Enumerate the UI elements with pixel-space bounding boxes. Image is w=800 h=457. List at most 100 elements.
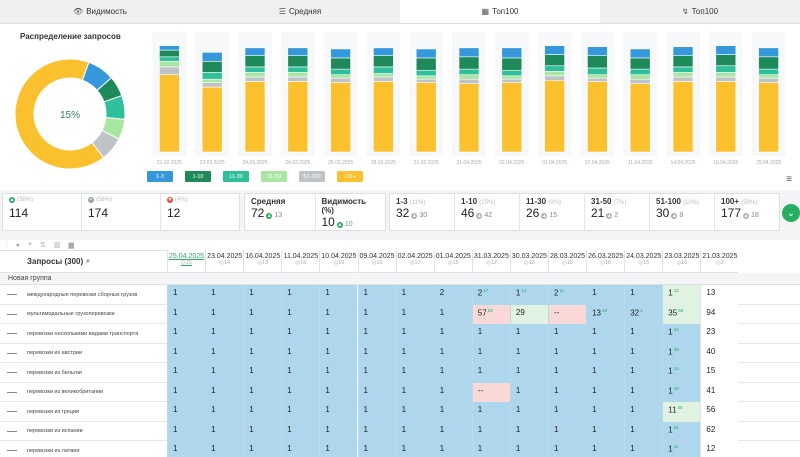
bar-segment-1-3[interactable] [758,47,779,58]
bar-segment-1-10[interactable] [373,55,394,68]
bar-segment-11-30[interactable] [415,69,437,77]
position-cell[interactable]: 1 [586,285,625,305]
bar-segment-11-30[interactable] [201,72,223,80]
position-cell[interactable]: 1 [624,343,663,363]
bar-segment-51-100[interactable] [330,77,351,83]
bar-segment-51-100[interactable] [244,76,266,82]
position-cell[interactable]: 1 [548,441,587,457]
stat-change-up[interactable]: ▲ (38%) 114 [3,194,82,230]
table-row[interactable]: перевозки из великобритании 1 1 1 1 1 1 1 1 -- 1 1 1… [0,382,800,402]
bar-segment-101+[interactable] [287,81,309,153]
bar-segment-1-3[interactable] [201,52,223,62]
bar-segment-1-10[interactable] [159,49,180,58]
bar-segment-101+[interactable] [544,80,565,153]
bar-segment-31-50[interactable] [672,72,694,78]
position-cell[interactable]: 1 [319,441,358,457]
bar-segment-1-3[interactable] [715,45,737,55]
position-cell[interactable]: 1 [281,285,320,305]
position-cell[interactable]: 1 [471,343,510,363]
position-cell[interactable]: 1 [357,324,396,344]
position-cell[interactable]: 112 [509,285,548,305]
row-toggle[interactable] [7,352,17,354]
row-toggle[interactable] [7,450,17,451]
row-toggle[interactable] [7,313,17,315]
bar-segment-1-3[interactable] [587,46,608,56]
bar-segment-101+[interactable] [672,81,694,153]
stat-range-11-30[interactable]: 11-30 (9%) 26 ▲ 15 [520,194,585,230]
folder-icon[interactable]: ▆ [68,241,73,249]
bar-segment-31-50[interactable] [373,73,394,78]
filter-icon[interactable]: ⫶ [6,241,8,249]
position-cell[interactable]: 1 [319,343,358,363]
position-cell[interactable]: 1 [281,421,320,441]
bar-segment-11-30[interactable] [330,68,351,76]
bar-segment-101+[interactable] [373,81,394,153]
bar-segment-101+[interactable] [330,82,351,153]
stat-range-1-10[interactable]: 1-10 (15%) 46 ▲ 42 [455,194,520,230]
position-cell[interactable]: 94 [700,304,739,324]
bar-segment-1-3[interactable] [159,45,180,51]
position-cell[interactable]: 3559 [662,304,701,324]
chart-icon[interactable]: ▥ [54,241,61,249]
bar-segment-51-100[interactable] [201,82,223,88]
date-column-header[interactable]: 01.04.2025 ◎15 [433,250,472,273]
position-cell[interactable]: 1 [319,285,358,305]
position-cell[interactable]: 15 [700,363,739,383]
position-cell[interactable]: 1 [357,402,396,422]
bar-segment-31-50[interactable] [544,71,565,77]
bar-segment-51-100[interactable] [373,76,394,82]
position-cell[interactable]: 1 [624,382,663,402]
stat-range-51-100[interactable]: 51-100 (10%) 30 ▲ 8 [650,194,715,230]
bar-segment-51-100[interactable] [758,77,779,83]
bar-segment-51-100[interactable] [287,76,309,82]
position-cell[interactable]: 1 [586,382,625,402]
position-cell[interactable]: 1 [624,441,663,457]
position-cell[interactable]: -- [471,382,510,402]
bar-segment-1-3[interactable] [629,48,651,59]
position-cell[interactable]: 140 [662,382,701,402]
position-cell[interactable]: 161 [662,421,701,441]
bar-segment-11-30[interactable] [287,66,309,73]
bar-segment-1-10[interactable] [715,54,737,67]
position-cell[interactable]: 1 [433,324,472,344]
position-cell[interactable]: 1 [433,441,472,457]
position-cell[interactable]: 1 [205,363,244,383]
position-cell[interactable]: 1 [281,304,320,324]
bar-segment-11-30[interactable] [159,56,180,62]
position-cell[interactable]: 1 [357,343,396,363]
date-column-header[interactable]: 02.04.2025 ◎17 [395,250,434,273]
position-cell[interactable]: 1 [586,421,625,441]
position-cell[interactable]: 1 [319,363,358,383]
bar-segment-1-3[interactable] [330,48,351,59]
position-cell[interactable]: 1 [205,324,244,344]
position-cell[interactable]: 1 [471,324,510,344]
position-cell[interactable]: 1 [624,402,663,422]
stat-range-100+[interactable]: 100+ (59%) 177 ▲ 18 [715,194,779,230]
table-row[interactable]: перевозки несколькими видами транспорта 1… [0,324,800,344]
tab-1[interactable]: 👁 Видимость [0,0,200,23]
position-cell[interactable]: 1 [205,441,244,457]
bar-segment-1-10[interactable] [672,55,694,68]
position-cell[interactable]: 211 [548,285,587,305]
position-cell[interactable]: 1 [471,441,510,457]
bar-segment-1-10[interactable] [501,57,523,71]
position-cell[interactable]: 1 [281,382,320,402]
position-cell[interactable]: 1 [433,382,472,402]
position-cell[interactable]: 1 [357,421,396,441]
position-cell[interactable]: 62 [700,421,739,441]
position-cell[interactable]: 1 [357,285,396,305]
position-cell[interactable]: 41 [700,382,739,402]
bar-segment-1-3[interactable] [373,47,394,56]
bar-segment-101+[interactable] [501,82,523,153]
bar-segment-1-10[interactable] [244,55,266,68]
position-cell[interactable]: 1 [281,343,320,363]
bar-segment-31-50[interactable] [287,72,309,78]
position-cell[interactable]: 1 [167,382,206,402]
bar-segment-31-50[interactable] [330,74,351,79]
stat-range-31-50[interactable]: 31-50 (7%) 21 ▲ 2 [585,194,650,230]
date-column-header[interactable]: 16.04.2025 ◎13 [243,250,282,273]
table-row[interactable]: перевозки из латвии 1 1 1 1 1 1 1 1 1 1 1 1 1 111 12 [0,441,800,457]
position-cell[interactable]: 1 [395,382,434,402]
position-cell[interactable]: 1 [243,343,282,363]
bar-segment-31-50[interactable] [415,75,437,80]
